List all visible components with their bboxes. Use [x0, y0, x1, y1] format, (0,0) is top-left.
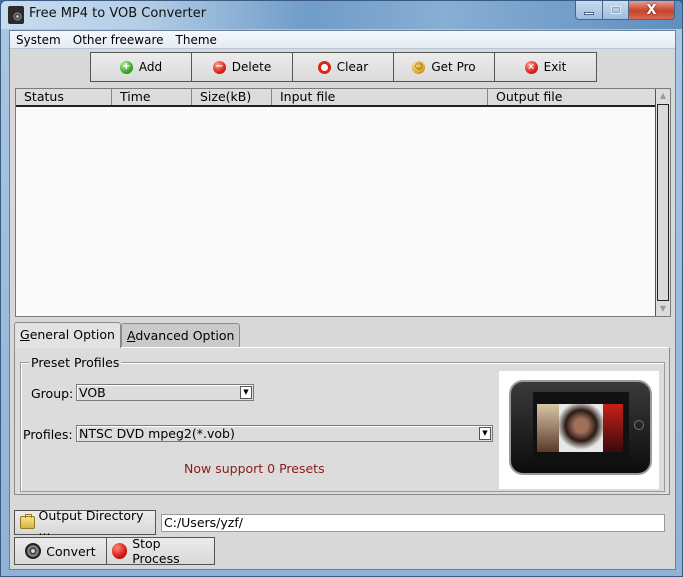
device-screen: [533, 392, 629, 464]
delete-button[interactable]: − Delete: [192, 53, 293, 81]
preset-profiles-group: Preset Profiles Group: VOB ▼ Profiles: N…: [20, 355, 665, 492]
toolbar: + Add − Delete Clear ☺ Get Pro × Exit: [90, 52, 597, 82]
add-icon: +: [119, 60, 133, 74]
scroll-up-arrow-icon[interactable]: ▲: [656, 89, 670, 103]
close-button[interactable]: X: [629, 1, 675, 20]
window-controls: X: [575, 1, 675, 20]
menu-bar: System Other freeware Theme: [10, 31, 675, 49]
scroll-down-arrow-icon[interactable]: ▼: [656, 302, 670, 316]
chevron-down-icon[interactable]: ▼: [240, 386, 252, 399]
menu-system[interactable]: System: [10, 31, 67, 49]
convert-button[interactable]: Convert: [14, 537, 107, 565]
profiles-select[interactable]: NTSC DVD mpeg2(*.vob) ▼: [76, 425, 493, 442]
add-label: Add: [138, 60, 163, 74]
maximize-button[interactable]: [603, 1, 629, 20]
profiles-select-value: NTSC DVD mpeg2(*.vob): [79, 426, 235, 441]
stop-icon: [112, 543, 128, 559]
close-icon: X: [646, 2, 657, 18]
app-film-reel-icon: [8, 6, 24, 24]
action-buttons: Convert Stop Process: [14, 536, 215, 566]
column-header-time[interactable]: Time: [112, 89, 192, 105]
device-preview-image: [499, 371, 659, 489]
minimize-button[interactable]: [575, 1, 603, 20]
vertical-scrollbar[interactable]: ▲ ▼: [655, 89, 670, 316]
general-option-panel: Preset Profiles Group: VOB ▼ Profiles: N…: [14, 347, 670, 495]
maximize-icon: [610, 6, 621, 14]
list-header: Status Time Size(kB) Input file Output f…: [16, 89, 656, 107]
preset-profiles-title: Preset Profiles: [29, 355, 122, 370]
smiley-icon: ☺: [412, 60, 426, 74]
window-title: Free MP4 to VOB Converter: [29, 6, 207, 21]
home-button-icon: [634, 420, 644, 430]
clear-icon: [317, 60, 331, 74]
stop-process-button[interactable]: Stop Process: [107, 536, 215, 566]
output-directory-label: Output Directory ...: [38, 507, 144, 538]
delete-label: Delete: [231, 60, 272, 74]
get-pro-button[interactable]: ☺ Get Pro: [394, 53, 495, 81]
tab-general-option[interactable]: General Option: [14, 322, 121, 348]
exit-button[interactable]: × Exit: [495, 53, 596, 81]
profiles-label: Profiles:: [23, 427, 73, 442]
column-header-input-file[interactable]: Input file: [272, 89, 488, 105]
menu-theme[interactable]: Theme: [170, 31, 223, 49]
output-path-field[interactable]: C:/Users/yzf/: [161, 514, 665, 532]
group-select-value: VOB: [79, 385, 106, 400]
ipod-touch-device: [509, 380, 652, 475]
column-header-status[interactable]: Status: [16, 89, 112, 105]
title-bar[interactable]: Free MP4 to VOB Converter X: [1, 1, 682, 29]
clear-label: Clear: [336, 60, 369, 74]
scroll-track[interactable]: [657, 104, 669, 301]
tab-general-mnemonic: G: [20, 327, 30, 342]
menu-other-freeware[interactable]: Other freeware: [67, 31, 170, 49]
minimize-icon: [584, 11, 594, 15]
album-cover: [603, 404, 623, 452]
option-tabs: General Option Advanced Option: [14, 322, 241, 348]
client-area: System Other freeware Theme + Add − Dele…: [9, 30, 676, 570]
add-button[interactable]: + Add: [91, 53, 192, 81]
stop-process-label: Stop Process: [132, 536, 180, 566]
file-list[interactable]: Status Time Size(kB) Input file Output f…: [15, 88, 671, 317]
tab-general-label: eneral Option: [29, 327, 115, 342]
album-cover: [559, 404, 603, 452]
exit-icon: ×: [524, 60, 538, 74]
chevron-down-icon[interactable]: ▼: [479, 427, 491, 440]
tab-advanced-label: dvanced Option: [135, 328, 235, 343]
tab-advanced-option[interactable]: Advanced Option: [120, 323, 241, 348]
output-directory-button[interactable]: Output Directory ...: [14, 507, 156, 538]
delete-icon: −: [212, 60, 226, 74]
column-header-size[interactable]: Size(kB): [192, 89, 272, 105]
group-label: Group:: [31, 386, 74, 401]
album-cover: [537, 404, 559, 452]
convert-label: Convert: [46, 543, 96, 559]
folder-icon: [20, 514, 35, 529]
presets-count-note: Now support 0 Presets: [184, 461, 325, 476]
clear-button[interactable]: Clear: [293, 53, 394, 81]
column-header-output-file[interactable]: Output file: [488, 89, 656, 105]
film-reel-icon: [25, 543, 42, 559]
get-pro-label: Get Pro: [431, 60, 476, 74]
group-select[interactable]: VOB ▼: [76, 384, 254, 401]
exit-label: Exit: [543, 60, 567, 74]
app-window: Free MP4 to VOB Converter X System Other…: [0, 0, 683, 577]
